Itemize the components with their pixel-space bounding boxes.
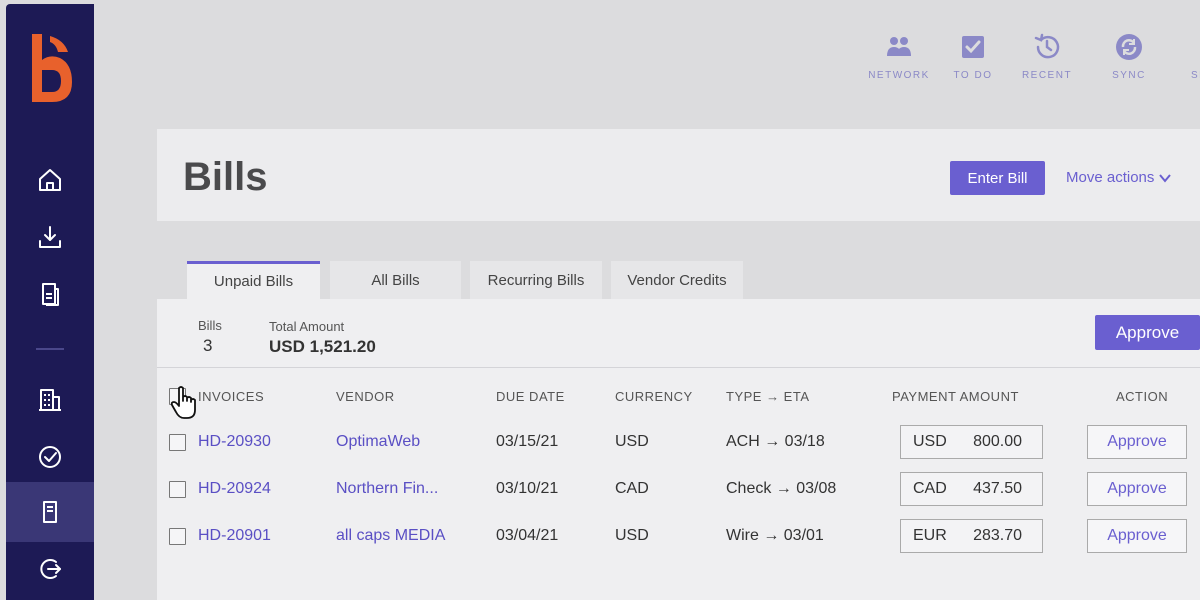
row-approve-button[interactable]: Approve	[1087, 472, 1187, 506]
summary-divider	[157, 367, 1200, 368]
header-invoices[interactable]: INVOICES	[198, 389, 264, 404]
payment-amount-field[interactable]: USD 800.00	[900, 425, 1043, 459]
payment-amount-field[interactable]: CAD 437.50	[900, 472, 1043, 506]
type-eta: Wire → 03/01	[726, 527, 824, 544]
vendor-link[interactable]: Northern Fin...	[336, 480, 438, 498]
topbar-settings-label: SET	[1191, 70, 1200, 81]
bills-panel: Bills 3 Total Amount USD 1,521.20 Approv…	[157, 299, 1200, 600]
enter-bill-button[interactable]: Enter Bill	[950, 161, 1045, 195]
bill-logo-icon[interactable]	[28, 30, 74, 106]
row-approve-button[interactable]: Approve	[1087, 519, 1187, 553]
topbar-todo[interactable]: TO DO	[935, 32, 1011, 81]
invoice-link[interactable]: HD-20924	[198, 480, 271, 498]
due-date: 03/15/21	[496, 433, 559, 450]
sidebar-item-receivables[interactable]	[6, 207, 94, 267]
tab-all-bills[interactable]: All Bills	[330, 261, 461, 299]
building-icon	[39, 389, 61, 411]
row-checkbox[interactable]	[169, 434, 186, 451]
sidebar-divider	[36, 348, 64, 350]
row-checkbox[interactable]	[169, 481, 186, 498]
payment-currency: EUR	[913, 527, 947, 544]
people-icon	[887, 37, 911, 56]
chevron-down-icon	[1159, 173, 1172, 183]
logout-icon	[40, 559, 61, 579]
invoice-link[interactable]: HD-20930	[198, 433, 271, 451]
sidebar-item-documents[interactable]	[6, 264, 94, 324]
payment-currency: CAD	[913, 480, 947, 497]
sidebar	[6, 4, 94, 600]
checkbox-icon	[962, 36, 984, 58]
topbar-recent[interactable]: RECENT	[1009, 32, 1085, 81]
topbar-todo-label: TO DO	[953, 70, 993, 81]
currency: USD	[615, 433, 649, 450]
payment-currency: USD	[913, 433, 947, 450]
topbar-settings[interactable]: SET	[1165, 32, 1200, 81]
payment-amount: 800.00	[973, 433, 1022, 450]
total-amount-label: Total Amount	[269, 319, 345, 334]
currency: USD	[615, 527, 649, 544]
sidebar-item-bills[interactable]	[6, 482, 94, 542]
document-icon	[42, 283, 59, 306]
history-icon	[1034, 33, 1060, 59]
currency: CAD	[615, 480, 649, 497]
topbar-recent-label: RECENT	[1021, 70, 1073, 81]
page-title: Bills	[183, 155, 268, 199]
header-type-eta[interactable]: TYPE → ETA	[726, 389, 810, 404]
page-header: Bills Enter Bill Move actions	[157, 129, 1200, 221]
due-date: 03/10/21	[496, 480, 559, 497]
topbar-sync[interactable]: SYNC	[1091, 32, 1167, 81]
tab-recurring-bills[interactable]: Recurring Bills	[470, 261, 602, 299]
settings-icon	[1188, 32, 1200, 62]
invoice-link[interactable]: HD-20901	[198, 527, 271, 545]
vendor-link[interactable]: OptimaWeb	[336, 433, 420, 451]
type-eta: Check → 03/08	[726, 480, 837, 497]
payment-amount: 283.70	[973, 527, 1022, 544]
total-amount-value: USD 1,521.20	[269, 337, 376, 356]
bills-count-label: Bills	[198, 318, 222, 333]
hand-cursor-icon	[170, 386, 196, 419]
header-payment-amount[interactable]: PAYMENT AMOUNT	[892, 389, 1019, 404]
payment-amount: 437.50	[973, 480, 1022, 497]
sidebar-item-approvals[interactable]	[6, 427, 94, 487]
check-circle-icon	[39, 446, 61, 468]
home-icon	[39, 169, 61, 191]
sidebar-item-company[interactable]	[6, 370, 94, 430]
vendor-link[interactable]: all caps MEDIA	[336, 527, 445, 545]
move-actions-label: Move actions	[1066, 169, 1155, 186]
bill-icon	[43, 501, 57, 523]
header-vendor[interactable]: VENDOR	[336, 389, 395, 404]
header-action: ACTION	[1116, 389, 1169, 404]
type-eta: ACH → 03/18	[726, 433, 825, 450]
sidebar-item-home[interactable]	[6, 150, 94, 210]
download-icon	[39, 226, 61, 248]
approve-all-button[interactable]: Approve	[1095, 315, 1200, 350]
row-checkbox[interactable]	[169, 528, 186, 545]
tab-unpaid-bills[interactable]: Unpaid Bills	[187, 261, 320, 299]
topbar-sync-label: SYNC	[1112, 70, 1146, 81]
bills-count-value: 3	[203, 336, 213, 355]
due-date: 03/04/21	[496, 527, 559, 544]
row-approve-button[interactable]: Approve	[1087, 425, 1187, 459]
payment-amount-field[interactable]: EUR 283.70	[900, 519, 1043, 553]
sidebar-item-logout[interactable]	[6, 539, 94, 599]
tab-vendor-credits[interactable]: Vendor Credits	[611, 261, 743, 299]
topbar-network-label: NETWORK	[868, 70, 930, 81]
topbar-network[interactable]: NETWORK	[861, 32, 937, 81]
move-actions-dropdown[interactable]: Move actions	[1066, 169, 1172, 186]
header-currency[interactable]: CURRENCY	[615, 389, 693, 404]
header-due-date[interactable]: DUE DATE	[496, 389, 565, 404]
sync-icon	[1116, 34, 1142, 60]
